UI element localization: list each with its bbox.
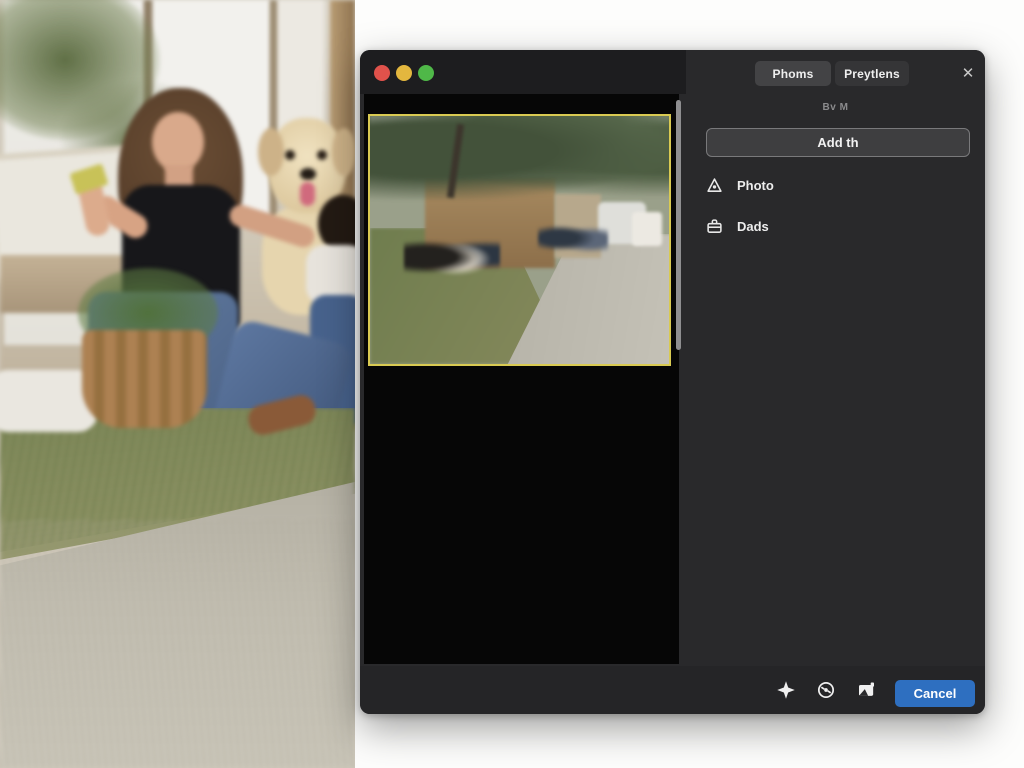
photo-woman-face bbox=[152, 112, 204, 172]
thumb-van bbox=[632, 212, 662, 246]
thumb-people-sitting bbox=[404, 234, 500, 276]
sparkle-icon[interactable] bbox=[774, 679, 798, 701]
thumb-people-sitting bbox=[538, 220, 608, 256]
dial-icon[interactable] bbox=[814, 679, 838, 701]
photo-dog-ear bbox=[258, 128, 284, 176]
close-traffic-light[interactable] bbox=[374, 65, 390, 81]
photo-basket bbox=[82, 330, 207, 428]
background-photo bbox=[0, 0, 355, 768]
sidebar-item-label: Photo bbox=[737, 178, 774, 193]
photo-thumbnail-selected[interactable] bbox=[368, 114, 671, 366]
cancel-button[interactable]: Cancel bbox=[895, 680, 975, 707]
minimize-traffic-light[interactable] bbox=[396, 65, 412, 81]
footer-toolbar: Cancel bbox=[360, 666, 985, 714]
thumb-tree-canopy bbox=[368, 114, 671, 200]
add-button[interactable]: Add th bbox=[706, 128, 970, 157]
sidebar-item-label: Dads bbox=[737, 219, 769, 234]
photo-dog-eyes bbox=[285, 150, 295, 160]
pictures-icon[interactable] bbox=[854, 679, 878, 701]
sidebar: Bv M Add th Photo Dads bbox=[686, 94, 985, 666]
photo-browser-panel bbox=[364, 94, 679, 664]
photo-dog-ear bbox=[332, 128, 355, 176]
vertical-scrollbar-thumb[interactable] bbox=[676, 100, 681, 350]
photo-gravel-texture bbox=[0, 520, 355, 768]
photo-dog-nose bbox=[300, 168, 316, 180]
zoom-traffic-light[interactable] bbox=[418, 65, 434, 81]
close-icon[interactable]: ✕ bbox=[956, 61, 980, 85]
photo-dog-tongue bbox=[300, 182, 315, 206]
tab-photos[interactable]: Phoms bbox=[755, 61, 831, 86]
tab-projects[interactable]: Preytlens bbox=[835, 61, 909, 86]
photo-triangle-icon bbox=[706, 177, 723, 194]
briefcase-icon bbox=[706, 218, 723, 235]
sidebar-item-photo[interactable]: Photo bbox=[706, 174, 774, 196]
photo-picker-dialog: Phoms Preytlens ✕ Bv M Add th bbox=[360, 50, 985, 714]
sidebar-section-label: Bv M bbox=[686, 102, 985, 113]
sidebar-item-dads[interactable]: Dads bbox=[706, 215, 769, 237]
